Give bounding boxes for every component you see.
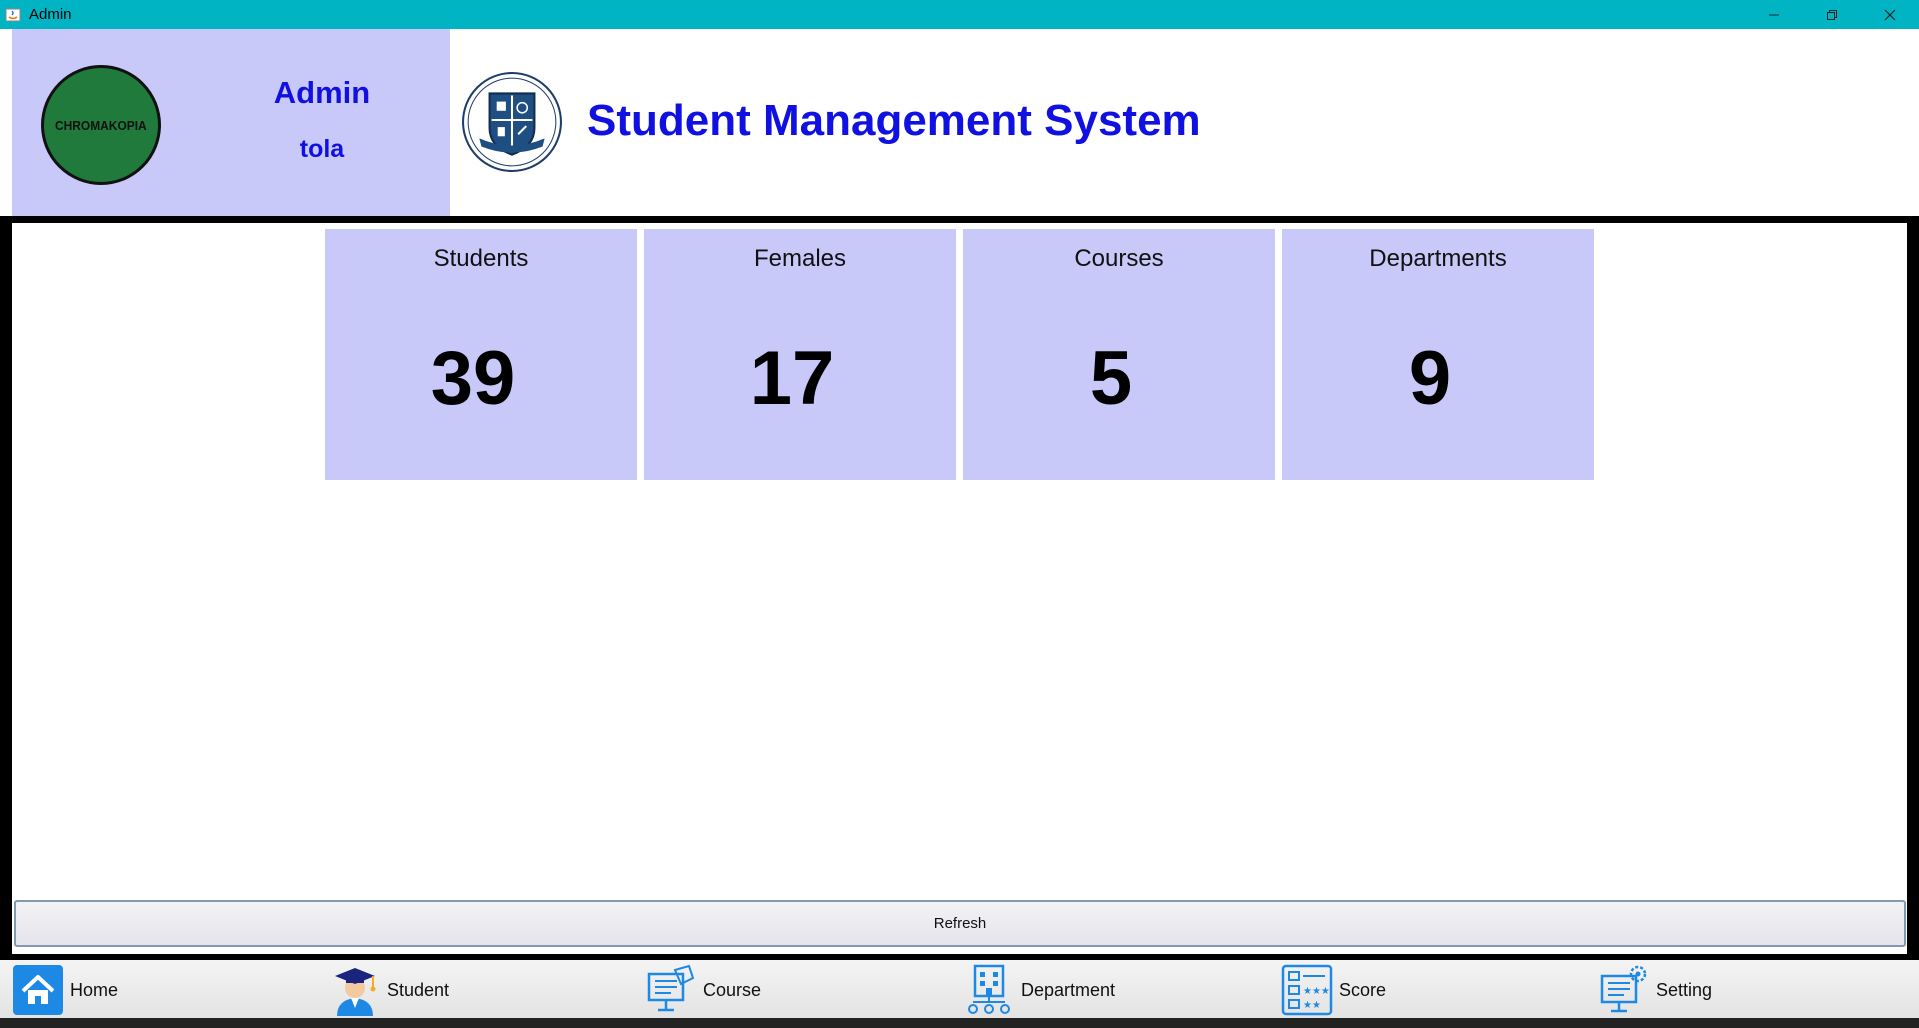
stat-card-students: Students 39 [325, 229, 637, 480]
nav-item-score[interactable]: ★★★ ★★ Score [1281, 964, 1386, 1016]
stat-card-courses: Courses 5 [963, 229, 1275, 480]
refresh-button[interactable]: Refresh [14, 900, 1906, 947]
stat-value: 9 [1408, 336, 1452, 421]
nav-label-department: Department [1021, 979, 1116, 1000]
department-icon [963, 964, 1015, 1016]
nav-item-department[interactable]: Department [963, 964, 1115, 1016]
nav-item-course[interactable]: Course [645, 964, 761, 1016]
avatar-text: CHROMAKOPIA [55, 117, 147, 133]
stat-card-females: Females 17 [644, 229, 956, 480]
nav-label-setting: Setting [1656, 979, 1713, 1000]
stat-value: 39 [430, 336, 516, 421]
nav-label-score: Score [1339, 979, 1387, 1000]
stat-label: Courses [1074, 245, 1164, 272]
minimize-button[interactable] [1745, 0, 1803, 29]
close-icon [1884, 9, 1896, 20]
avatar: CHROMAKOPIA [41, 65, 161, 185]
window-title: Admin [29, 6, 72, 23]
close-button[interactable] [1861, 0, 1919, 29]
window-titlebar: Admin [0, 0, 1919, 29]
stat-value: 17 [749, 336, 835, 421]
username: tola [299, 135, 345, 163]
restore-icon [1827, 9, 1837, 20]
app-title: Student Management System [587, 96, 1201, 145]
score-icon: ★★★ ★★ [1281, 964, 1333, 1016]
java-app-icon [5, 8, 21, 21]
stat-label: Females [753, 245, 847, 272]
stat-card-departments: Departments 9 [1282, 229, 1594, 480]
stat-label: Departments [1369, 245, 1507, 272]
restore-button[interactable] [1803, 0, 1861, 29]
student-icon [329, 964, 381, 1016]
nav-item-home[interactable]: Home [12, 964, 118, 1016]
nav-item-student[interactable]: Student [329, 964, 449, 1016]
course-icon [645, 964, 697, 1016]
home-icon [12, 964, 64, 1016]
nav-label-home: Home [70, 979, 119, 1000]
nav-item-setting[interactable]: Setting [1598, 964, 1712, 1016]
stat-value: 5 [1089, 336, 1133, 421]
bottom-edge [0, 1018, 1919, 1028]
svg-text:★★★: ★★★ [1303, 986, 1330, 997]
minimize-icon [1769, 14, 1779, 15]
profile-panel: CHROMAKOPIA Admin tola [12, 29, 450, 216]
dashboard-content [12, 223, 1907, 954]
user-role: Admin [273, 75, 371, 110]
school-logo-icon [462, 72, 562, 172]
nav-label-course: Course [703, 979, 762, 1000]
svg-text:★★: ★★ [1303, 1000, 1321, 1011]
stat-label: Students [433, 245, 529, 272]
setting-icon [1598, 964, 1650, 1016]
nav-label-student: Student [387, 979, 450, 1000]
bottom-nav: Home Student Course Department ★★★ ★★ Sc… [0, 960, 1919, 1018]
